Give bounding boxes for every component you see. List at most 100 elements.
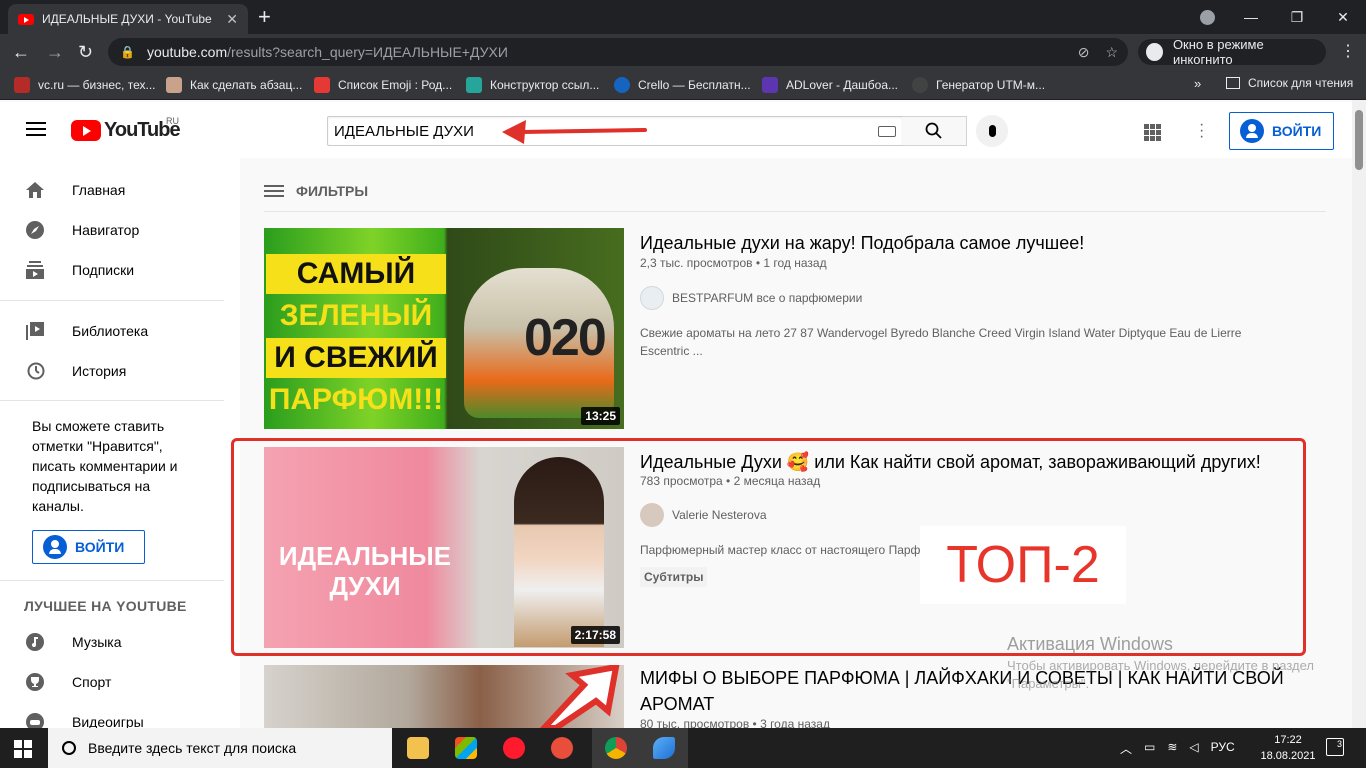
tab-close-icon[interactable]: ✕ [226,11,238,28]
signin-button[interactable]: ВОЙТИ [1229,112,1334,150]
page-scrollbar[interactable] [1352,100,1366,728]
filters-divider [264,211,1326,212]
thumbnail-red-arrow [539,665,620,728]
opera-taskbar-icon[interactable] [490,728,538,768]
video-thumbnail[interactable]: САМЫЙ ЗЕЛЕНЫЙ И СВЕЖИЙ ПАРФЮМ!!! 020 13:… [264,228,624,429]
maximize-button[interactable]: ❐ [1274,0,1320,34]
annotation-arrow [502,120,647,144]
signin-label: ВОЙТИ [1272,123,1322,139]
rank-annotation: ТОП-2 [920,526,1126,604]
youtube-logo[interactable]: YouTube RU [71,116,181,142]
account-icon [1240,119,1264,143]
reload-icon[interactable]: ↻ [78,42,93,62]
scrollbar-thumb[interactable] [1355,110,1363,170]
system-tray[interactable]: ︿ ▭ ≋ ◁ РУС [1120,740,1235,757]
lock-icon: 🔒 [120,45,135,59]
channel-name[interactable]: BESTPARFUM все о парфюмерии [672,291,862,305]
start-button[interactable] [14,740,32,758]
chrome-taskbar-icon[interactable] [592,728,640,768]
bookmarks-overflow-icon[interactable]: » [1194,76,1201,91]
chevron-up-icon[interactable]: ︿ [1120,740,1132,757]
taskbar-search-input[interactable]: Введите здесь текст для поиска [48,728,392,768]
video-result[interactable]: САМЫЙ ЗЕЛЕНЫЙ И СВЕЖИЙ ПАРФЮМ!!! 020 13:… [264,228,1314,429]
voice-search-button[interactable] [976,115,1008,147]
browser-tab[interactable]: ИДЕАЛЬНЫЕ ДУХИ - YouTube ✕ [8,4,248,34]
windows-taskbar: Введите здесь текст для поиска ︿ ▭ ≋ ◁ Р… [0,728,1366,768]
sidebar-item-library[interactable]: Библиотека [0,311,224,351]
sidebar-section-title: ЛУЧШЕЕ НА YOUTUBE [24,598,187,614]
bookmark-favicon-icon [166,77,182,93]
channel-avatar[interactable] [640,286,664,310]
bookmark-item[interactable]: Конструктор ссыл... [466,76,599,94]
video-duration: 13:25 [581,407,620,425]
bookmark-label: Конструктор ссыл... [490,78,600,92]
store-taskbar-icon[interactable] [442,728,490,768]
forward-arrow-icon[interactable]: → [46,42,64,62]
incognito-indicator[interactable]: Окно в режиме инкогнито [1138,37,1326,67]
battery-icon[interactable]: ▭ [1144,740,1155,757]
explorer-taskbar-icon[interactable] [394,728,442,768]
address-bar[interactable]: 🔒 youtube.com /results?search_query=ИДЕА… [108,38,1128,66]
filters-button[interactable]: ФИЛЬТРЫ [264,183,368,199]
sidebar-item-label: Спорт [72,674,112,690]
sidebar-item-sport[interactable]: Спорт [0,662,224,702]
signin-label: ВОЙТИ [75,539,125,555]
sidebar-divider [0,580,224,581]
activation-watermark-text: Чтобы активировать Windows, перейдите в … [1007,658,1314,691]
back-arrow-icon[interactable]: ← [12,42,30,62]
thumbnail-text: ПАРФЮМ!!! [268,383,444,416]
reading-list-button[interactable]: Список для чтения [1226,76,1353,90]
settings-dots-icon[interactable]: · · · [1199,117,1204,145]
music-icon [24,631,46,653]
sidebar-item-music[interactable]: Музыка [0,622,224,662]
wifi-icon[interactable]: ≋ [1167,740,1177,757]
keyboard-icon[interactable] [878,125,896,137]
filter-sliders-icon [264,183,284,199]
sidebar-item-explore[interactable]: Навигатор [0,210,224,250]
search-button[interactable] [902,116,967,146]
apps-grid-icon[interactable] [1144,124,1161,141]
sidebar-item-label: Главная [72,182,126,198]
bookmark-item[interactable]: Crello — Бесплатн... [614,76,751,94]
taskbar-search-placeholder: Введите здесь текст для поиска [88,740,297,756]
new-tab-button[interactable]: + [258,6,271,28]
subscriptions-icon [24,259,46,281]
sidebar-item-subscriptions[interactable]: Подписки [0,250,224,290]
taskbar-clock[interactable]: 17:22 18.08.2021 [1258,732,1318,764]
volume-icon[interactable]: ◁ [1189,740,1198,757]
bookmark-favicon-icon [466,77,482,93]
bookmark-label: Как сделать абзац... [190,78,303,92]
tab-search-icon[interactable] [1200,10,1215,25]
tracking-blocked-icon[interactable]: ⊘ [1078,44,1090,61]
notifications-icon[interactable]: 3 [1326,738,1344,756]
video-thumbnail[interactable] [264,665,624,728]
bookmark-item[interactable]: Список Emoji : Род... [314,76,452,94]
video-meta: 2,3 тыс. просмотров • 1 год назад [640,256,827,270]
sidebar-item-home[interactable]: Главная [0,170,224,210]
sidebar-item-history[interactable]: История [0,351,224,391]
browser-toolbar: ← → ↻ 🔒 youtube.com /results?search_quer… [0,34,1366,70]
close-window-button[interactable]: ✕ [1320,0,1366,34]
bookmark-item[interactable]: ADLover - Дашбоа... [762,76,898,94]
video-title[interactable]: Идеальные духи на жару! Подобрала самое … [640,230,1300,256]
youtube-favicon-icon [18,13,34,25]
sidebar-signin-button[interactable]: ВОЙТИ [32,530,145,564]
thumbnail-text: И СВЕЖИЙ [266,338,446,378]
bookmark-item[interactable]: vc.ru — бизнес, тех... [14,76,156,94]
language-indicator[interactable]: РУС [1211,740,1235,757]
channel-link[interactable]: BESTPARFUM все о парфюмерии [640,286,862,310]
bookmark-item[interactable]: Генератор UTM-м... [912,76,1045,94]
hamburger-menu-icon[interactable] [26,122,46,140]
chrome-menu-icon[interactable]: ⋮ [1340,41,1356,61]
sidebar-item-label: Библиотека [72,323,149,339]
app-taskbar-icon[interactable] [538,728,586,768]
bookmark-item[interactable]: Как сделать абзац... [166,76,302,94]
bookmarks-bar: vc.ru — бизнес, тех... Как сделать абзац… [0,70,1366,100]
bookmark-star-icon[interactable]: ☆ [1105,44,1118,61]
bookmark-label: vc.ru — бизнес, тех... [38,78,156,92]
search-icon [925,122,942,139]
minimize-button[interactable]: — [1228,0,1274,34]
library-icon [24,320,46,342]
app-taskbar-icon[interactable] [640,728,688,768]
sidebar-item-label: Музыка [72,634,122,650]
